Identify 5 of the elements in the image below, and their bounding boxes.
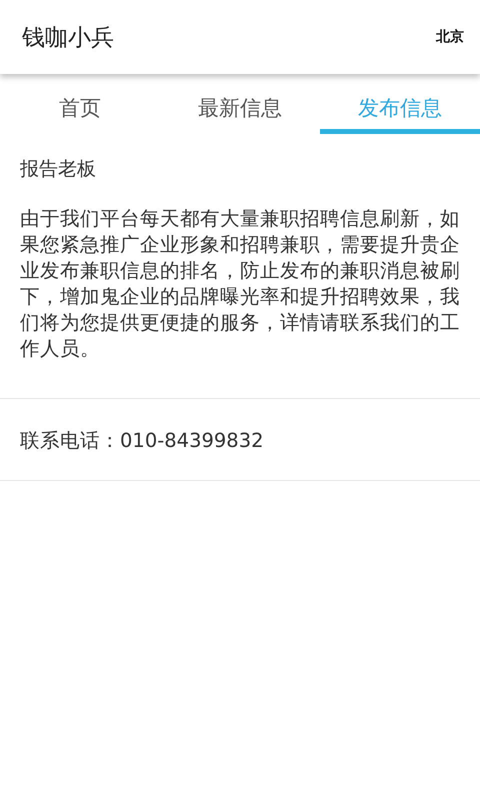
notice-heading: 报告老板: [20, 157, 97, 182]
notice-text: 由于我们平台每天都有大量兼职招聘信息刷新，如果您紧急推广企业形象和招聘兼职，需要提升贵企业发布兼职信息的排名，防止发布的兼职消息被刷下，增加鬼企业的品牌曝光率和提升招聘效果，我们将为您提供更便捷的服务，详情请联系我们的工作人员。: [20, 206, 460, 362]
city-selector[interactable]: 北京: [436, 28, 464, 46]
app-title: 钱咖小兵: [22, 24, 114, 52]
contact-phone: 联系电话：010-84399832: [0, 399, 480, 481]
